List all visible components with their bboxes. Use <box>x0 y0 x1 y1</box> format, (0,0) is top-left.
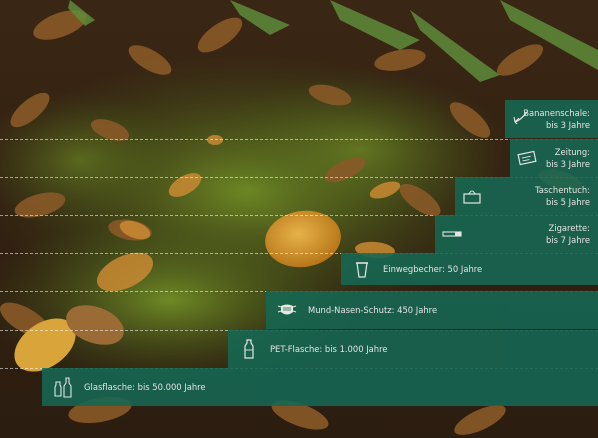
tissue-box-icon <box>463 190 481 204</box>
bar-label-line2: bis 7 Jahre <box>546 235 590 245</box>
bar-glasflasche: Glasflasche: bis 50.000 Jahre <box>42 368 598 406</box>
bar-label-line2: bis 5 Jahre <box>546 197 590 207</box>
bar-zigarette: Zigarette: bis 7 Jahre <box>435 215 598 253</box>
bar-label-line1: Zeitung: <box>554 147 590 157</box>
bar-label-line1: Bananenschale: <box>523 108 590 118</box>
bar-label: Zigarette: bis 7 Jahre <box>546 222 590 246</box>
bar-label: Zeitung: bis 3 Jahre <box>546 146 590 170</box>
face-mask-icon <box>277 304 297 315</box>
bar-label-line2: bis 3 Jahre <box>546 120 590 130</box>
bar-label-line1: Zigarette: <box>548 223 590 233</box>
bar-bananenschale: Bananenschale: bis 3 Jahre <box>505 100 598 138</box>
bar-label-line1: Einwegbecher: 50 Jahre <box>383 264 483 274</box>
bar-label-line1: Mund-Nasen-Schutz: 450 Jahre <box>308 305 438 315</box>
bar-label: PET-Flasche: bis 1.000 Jahre <box>270 343 388 355</box>
bar-label: Bananenschale: bis 3 Jahre <box>523 107 590 131</box>
bar-einwegbecher: Einwegbecher: 50 Jahre <box>341 253 598 285</box>
infographic: Bananenschale: bis 3 Jahre Zeitung: bis 3 J… <box>0 0 598 438</box>
newspaper-icon <box>517 150 537 166</box>
bar-label-line1: Taschentuch: <box>535 185 590 195</box>
bar-mund-nasen-schutz: Mund-Nasen-Schutz: 450 Jahre <box>266 291 598 329</box>
bar-label-line1: Glasflasche: bis 50.000 Jahre <box>84 382 206 392</box>
bar-taschentuch: Taschentuch: bis 5 Jahre <box>455 177 598 215</box>
bar-label: Mund-Nasen-Schutz: 450 Jahre <box>308 304 437 316</box>
bar-pet-flasche: PET-Flasche: bis 1.000 Jahre <box>228 330 598 368</box>
bar-label: Glasflasche: bis 50.000 Jahre <box>84 381 206 393</box>
row-guide-line <box>0 139 598 140</box>
glass-bottle-icon <box>54 377 72 398</box>
bar-label-line2: bis 3 Jahre <box>546 159 590 169</box>
cigarette-icon <box>442 231 462 237</box>
plastic-bottle-icon <box>244 339 254 359</box>
disposable-cup-icon <box>356 262 368 278</box>
bar-label: Taschentuch: bis 5 Jahre <box>535 184 590 208</box>
bar-zeitung: Zeitung: bis 3 Jahre <box>510 139 598 177</box>
bar-label: Einwegbecher: 50 Jahre <box>383 263 482 275</box>
bar-label-line1: PET-Flasche: bis 1.000 Jahre <box>270 344 388 354</box>
